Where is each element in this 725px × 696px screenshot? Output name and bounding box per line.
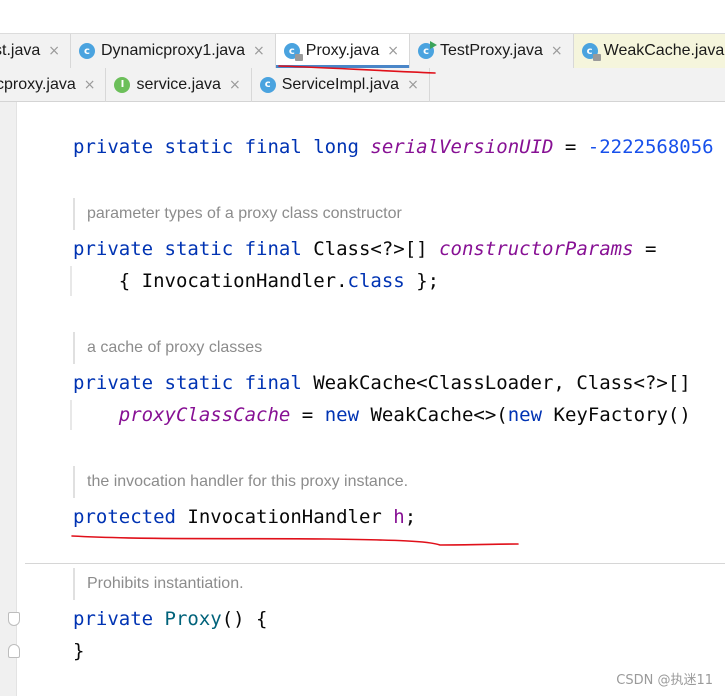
code-line-proxy-class-cache-value: proxyClassCache = new WeakCache<>(new Ke…: [118, 404, 691, 426]
continuation-indent-guide: [70, 266, 72, 296]
continuation-indent-guide: [70, 400, 72, 430]
code-line-constructor-params: private static final Class<?>[] construc…: [73, 238, 657, 260]
red-annotation-underline-code: [71, 535, 519, 546]
code-line-proxy-class-cache: private static final WeakCache<ClassLoad…: [73, 372, 691, 394]
tab-label: Proxy.java: [305, 42, 380, 59]
tab-label: TestProxy.java: [440, 42, 543, 59]
code-line-constructor-params-value: { InvocationHandler.class };: [73, 270, 440, 292]
close-icon[interactable]: ×: [387, 43, 399, 59]
locked-class-icon: c: [283, 43, 303, 61]
tab-label: Dynamicproxy1.java: [100, 42, 246, 59]
locked-class-icon: c: [581, 43, 601, 61]
doc-comment-constructor-params: parameter types of a proxy class constru…: [73, 198, 402, 230]
fold-end-icon[interactable]: [8, 644, 20, 658]
close-icon[interactable]: ×: [551, 43, 563, 59]
tab-cproxy-java[interactable]: cproxy.java ×: [0, 67, 107, 102]
close-icon[interactable]: ×: [407, 77, 419, 93]
tab-dynamicproxy1-java[interactable]: c Dynamicproxy1.java ×: [71, 34, 276, 68]
code-editor[interactable]: private static final long serialVersionU…: [0, 102, 725, 696]
code-line-closing-brace: }: [73, 640, 85, 662]
class-icon: c: [78, 43, 95, 59]
red-annotation-underline-tab: [278, 65, 436, 74]
class-icon: c: [259, 76, 276, 93]
editor-tab-bar: st.java × c Dynamicproxy1.java × c Proxy…: [0, 0, 725, 102]
editor-gutter: [0, 102, 17, 696]
code-line-serialversionuid: private static final long serialVersionU…: [73, 136, 714, 158]
doc-comment-prohibits-instantiation: Prohibits instantiation.: [73, 568, 244, 600]
close-icon[interactable]: ×: [84, 77, 96, 93]
tab-bar-top-strip: [0, 0, 725, 34]
close-icon[interactable]: ×: [253, 43, 265, 59]
doc-comment-proxy-class-cache: a cache of proxy classes: [73, 332, 262, 364]
tab-label: WeakCache.java: [603, 42, 725, 59]
close-icon[interactable]: ×: [229, 77, 241, 93]
tab-st-java[interactable]: st.java ×: [0, 34, 71, 68]
code-line-invocation-handler-field: protected InvocationHandler h;: [73, 506, 417, 528]
runnable-class-icon: c: [418, 41, 438, 59]
fold-start-icon[interactable]: [8, 612, 20, 626]
tab-weakcache-java[interactable]: c WeakCache.java: [573, 34, 725, 68]
tab-service-java[interactable]: I service.java ×: [106, 67, 252, 102]
close-icon[interactable]: ×: [48, 43, 60, 59]
tab-label: cproxy.java: [0, 75, 76, 93]
tab-label: service.java: [136, 75, 221, 93]
tab-label: ServiceImpl.java: [281, 75, 400, 93]
method-separator: [25, 563, 725, 564]
interface-icon: I: [114, 76, 131, 93]
doc-comment-invocation-handler: the invocation handler for this proxy in…: [73, 466, 408, 498]
csdn-watermark: CSDN @执迷11: [616, 673, 713, 688]
tab-label: st.java: [0, 42, 41, 59]
code-line-private-constructor: private Proxy() {: [73, 608, 268, 630]
